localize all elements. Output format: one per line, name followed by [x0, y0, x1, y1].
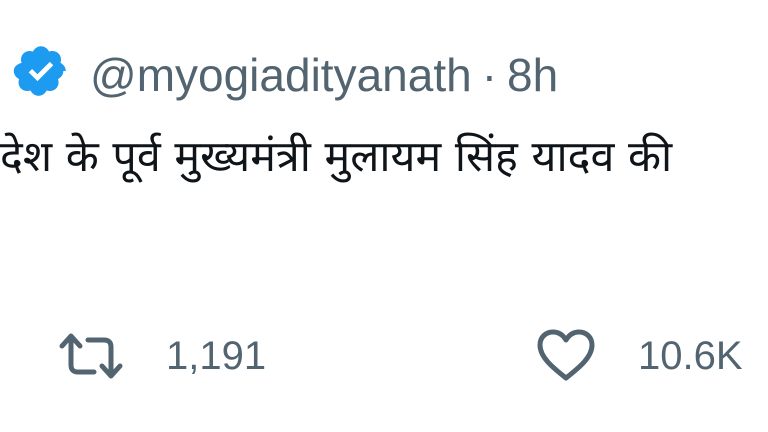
tweet-text: देश के पूर्व मुख्यमंत्री मुलायम सिंह याद…: [0, 132, 673, 182]
verified-badge-icon: [13, 46, 66, 96]
heart-icon: [537, 329, 595, 381]
like-count: 10.6K: [638, 333, 743, 378]
retweet-count: 1,191: [166, 333, 267, 378]
tweet-header: @myogiadityanath · 8h: [90, 46, 558, 104]
tweet-card[interactable]: @myogiadityanath · 8h देश के पूर्व मुख्यमं…: [0, 0, 768, 432]
tweet-timestamp[interactable]: 8h: [507, 49, 558, 101]
user-handle[interactable]: @myogiadityanath: [90, 49, 472, 101]
separator-dot: ·: [481, 49, 498, 101]
like-button[interactable]: 10.6K: [536, 326, 743, 386]
retweet-button[interactable]: 1,191: [58, 326, 266, 386]
retweet-icon: [59, 333, 123, 379]
